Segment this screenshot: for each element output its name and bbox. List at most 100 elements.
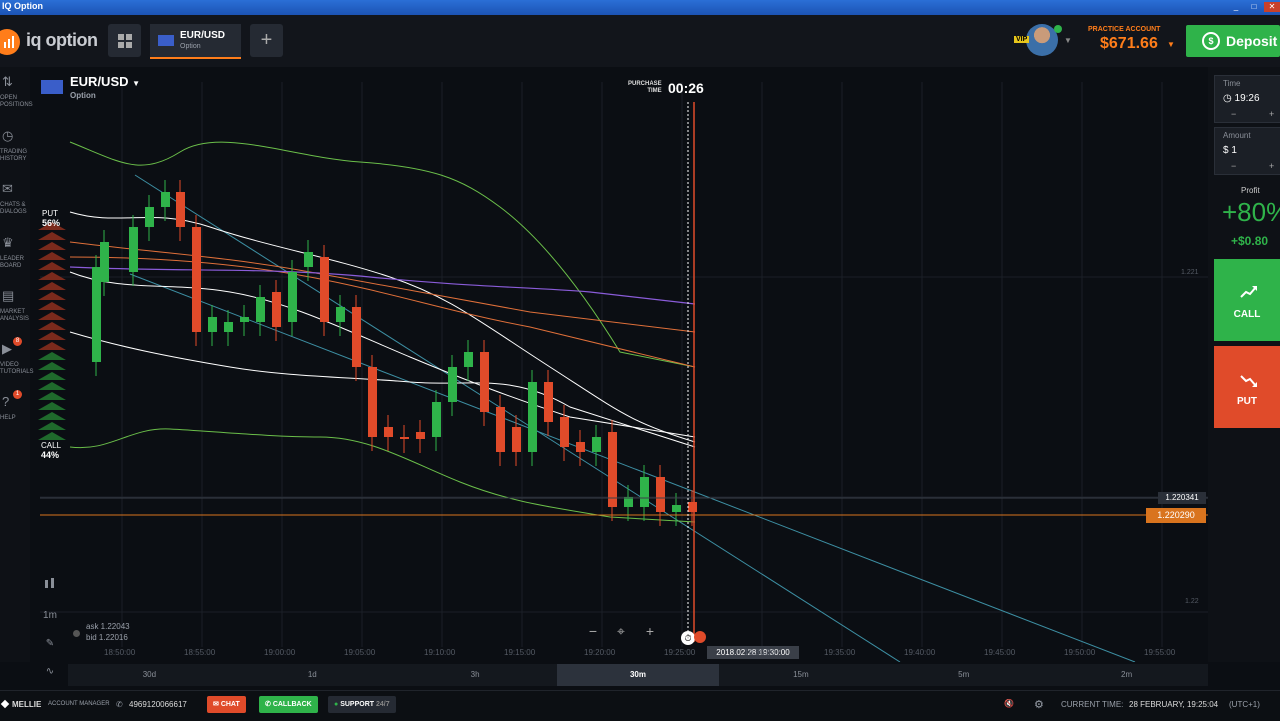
asset-grid-button[interactable] [108, 24, 141, 57]
close-button[interactable]: ✕ [1264, 2, 1280, 12]
tab-asset-name: EUR/USD [180, 30, 226, 41]
user-name[interactable]: MELLIE [12, 700, 41, 709]
zoom-out-button[interactable]: − [583, 621, 603, 641]
moving-average [69, 331, 696, 448]
chart-type-button[interactable] [38, 578, 62, 598]
settings-gear-icon[interactable]: ⚙ [1034, 698, 1044, 711]
amount-decrease-button[interactable]: − [1231, 161, 1236, 171]
x-axis-tick: 19:15:00 [504, 648, 536, 657]
sidebar-item-label[interactable]: MARKET ANALYSIS [0, 309, 30, 323]
drawing-tools-button[interactable]: ✎ [38, 634, 62, 654]
sidebar-item-label-line2: HISTORY [0, 156, 27, 162]
call-button-label: CALL [1233, 309, 1261, 320]
minimize-button[interactable]: _ [1228, 2, 1244, 12]
indicators-button[interactable]: ∿ [38, 662, 62, 682]
market-analysis-icon[interactable]: ▤ [2, 288, 16, 303]
chart-asset-label: EUR/USD [70, 74, 129, 89]
call-button[interactable]: CALL [1214, 259, 1280, 341]
sentiment-arrow [38, 352, 66, 360]
put-button[interactable]: PUT [1214, 346, 1280, 428]
candle [368, 367, 377, 437]
account-balance[interactable]: $671.66 [1100, 35, 1158, 53]
amount-field[interactable]: Amount $ 1 − + [1214, 127, 1280, 175]
candle [560, 417, 569, 447]
trend-line [134, 174, 901, 662]
callback-button[interactable]: ✆ CALLBACK [259, 696, 318, 713]
center-chart-button[interactable]: ⌖ [611, 621, 631, 641]
account-type-label[interactable]: PRACTICE ACCOUNT [1088, 26, 1160, 33]
timezone: (UTC+1) [1229, 700, 1260, 709]
chats-icon[interactable]: ✉ [2, 181, 16, 196]
time-increase-button[interactable]: + [1269, 109, 1274, 119]
timeframe-button[interactable]: 1m [38, 606, 62, 626]
trend-up-icon [1240, 286, 1257, 298]
sentiment-arrow [38, 252, 66, 260]
balance-chevron-icon[interactable]: ▼ [1167, 40, 1175, 49]
amount-number: 1 [1231, 145, 1237, 156]
us-flag-icon [158, 35, 174, 46]
price-chart[interactable] [30, 67, 1208, 662]
sidebar-item-label[interactable]: CHATS & DIALOGS [0, 202, 30, 216]
maximize-button[interactable]: □ [1246, 2, 1262, 12]
candle [656, 477, 665, 512]
asset-tab-eurusd[interactable]: EUR/USD Option [150, 24, 241, 59]
period-option-30d[interactable]: 30d [68, 664, 231, 686]
time-label: Time [1223, 79, 1241, 88]
dollar-icon: $ [1202, 32, 1220, 50]
sound-mute-icon[interactable]: 🔇 [1004, 699, 1014, 708]
period-option-1d[interactable]: 1d [231, 664, 394, 686]
sentiment-arrow [38, 422, 66, 430]
bid-price: bid 1.22016 [86, 633, 128, 642]
trading-history-icon[interactable]: ◷ [2, 128, 16, 143]
purchase-label-2: TIME [647, 88, 662, 94]
candle [432, 402, 441, 437]
candle [208, 317, 217, 332]
phone-number[interactable]: 4969120066617 [129, 700, 187, 709]
leaderboard-icon[interactable]: ♛ [2, 235, 16, 250]
chevron-down-icon[interactable]: ▼ [1064, 36, 1072, 45]
sentiment-arrow [38, 362, 66, 370]
amount-increase-button[interactable]: + [1269, 161, 1274, 171]
sidebar-item-label[interactable]: HELP [0, 415, 30, 422]
sidebar-item-label[interactable]: TRADING HISTORY [0, 149, 30, 163]
info-icon[interactable] [73, 630, 80, 637]
put-sentiment-label: PUT [42, 209, 58, 218]
chat-button[interactable]: ✉ CHAT [207, 696, 246, 713]
open-positions-icon[interactable]: ⇅ [2, 74, 16, 89]
sidebar-item-label-line1: HELP [0, 415, 16, 421]
candle [272, 292, 281, 327]
deposit-button[interactable]: $ Deposit [1186, 25, 1280, 57]
sentiment-arrow [38, 402, 66, 410]
time-decrease-button[interactable]: − [1231, 109, 1236, 119]
us-flag-icon [41, 80, 63, 94]
period-option-2m[interactable]: 2m [1045, 664, 1208, 686]
period-option-15m[interactable]: 15m [719, 664, 882, 686]
expiry-time-field[interactable]: Time ◷ 19:26 − + [1214, 75, 1280, 123]
stopwatch-icon: ⏱ [681, 631, 695, 645]
callback-label: CALLBACK [272, 701, 312, 708]
grid-icon [118, 34, 132, 48]
sidebar-item-label[interactable]: LEADER BOARD [0, 256, 30, 270]
purchase-label-1: PURCHASE [628, 81, 662, 87]
price-tag-high: 1.220341 [1158, 492, 1206, 504]
x-axis-tick: 19:35:00 [824, 648, 856, 657]
period-option-30m[interactable]: 30m [556, 664, 720, 686]
period-option-5m[interactable]: 5m [882, 664, 1045, 686]
zoom-in-button[interactable]: + [640, 621, 660, 641]
sidebar-item-label[interactable]: VIDEO TUTORIALS [0, 362, 34, 376]
current-time-label: CURRENT TIME: [1061, 700, 1124, 709]
sidebar-item-label[interactable]: OPEN POSITIONS [0, 95, 33, 109]
phone-icon: ✆ [116, 700, 123, 709]
add-tab-button[interactable]: + [250, 24, 283, 57]
notification-badge: 8 [13, 337, 22, 346]
period-option-3h[interactable]: 3h [394, 664, 557, 686]
sentiment-arrow [38, 312, 66, 320]
support-button[interactable]: ● SUPPORT 24/7 [328, 696, 396, 713]
chart-asset-name[interactable]: EUR/USD ▼ [70, 74, 140, 89]
support-label: SUPPORT [340, 701, 375, 708]
candle [224, 322, 233, 332]
brand-name[interactable]: iq option [26, 30, 98, 51]
sidebar-item-label-line1: LEADER [0, 256, 25, 262]
account-manager-label: ACCOUNT MANAGER [48, 701, 110, 707]
x-axis-tick: 19:20:00 [584, 648, 616, 657]
